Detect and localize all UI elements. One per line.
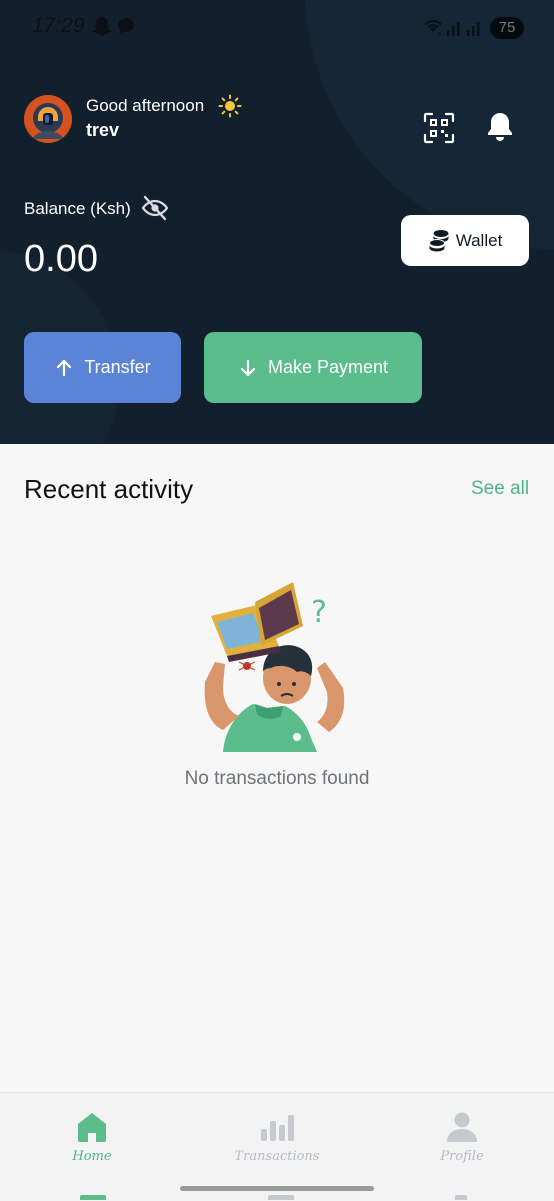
empty-wallet-illustration: ? (197, 580, 357, 755)
nav-transactions[interactable]: Transactions (217, 1111, 337, 1164)
account-header: 17:29 + 75 Good afternoon trev Balance (… (0, 0, 554, 444)
transfer-button[interactable]: Transfer (24, 332, 181, 403)
svg-text:+: + (437, 30, 443, 36)
make-payment-button[interactable]: Make Payment (204, 332, 422, 403)
wallet-label: Wallet (455, 230, 503, 250)
nav-home[interactable]: Home (32, 1111, 152, 1164)
status-bar: 17:29 + 75 (0, 0, 554, 56)
balance-amount: 0.00 (24, 238, 98, 280)
wifi-icon: + (422, 16, 444, 41)
notifications-button[interactable] (485, 110, 515, 144)
wallet-button[interactable]: Wallet (401, 215, 529, 266)
qr-scan-button[interactable] (423, 112, 455, 144)
bottom-navigation: Home Transactions Profile (0, 1092, 554, 1201)
bar-chart-icon (261, 1115, 294, 1141)
astronaut-avatar-icon (24, 95, 72, 143)
home-icon (78, 1113, 106, 1142)
nav-transactions-label: Transactions (234, 1149, 320, 1164)
eye-off-icon (141, 195, 169, 221)
username: trev (86, 120, 120, 140)
person-icon (447, 1112, 477, 1142)
nav-peek-home (80, 1195, 106, 1200)
nav-peek-transactions (268, 1195, 294, 1200)
empty-wallet-person-icon: ? (204, 582, 345, 752)
nav-profile[interactable]: Profile (402, 1111, 522, 1164)
greeting-text: Good afternoon (86, 96, 205, 115)
nav-peek-profile (455, 1195, 467, 1200)
battery-indicator: 75 (490, 17, 524, 39)
snapchat-icon (92, 16, 112, 43)
signal-icon (446, 16, 486, 43)
svg-text:?: ? (311, 595, 327, 630)
recent-activity-title: Recent activity (24, 474, 194, 504)
home-indicator[interactable] (180, 1186, 374, 1191)
bell-icon (488, 113, 512, 141)
qr-code-icon (423, 112, 455, 144)
status-time: 17:29 (32, 14, 85, 37)
see-all-link[interactable]: See all (471, 478, 529, 500)
balance-label: Balance (Ksh) (24, 199, 131, 218)
sun-icon (218, 94, 242, 123)
nav-profile-label: Profile (440, 1149, 484, 1164)
empty-state-text: No transactions found (184, 768, 370, 789)
arrow-down-icon (240, 359, 256, 376)
transfer-label: Transfer (84, 357, 151, 377)
arrow-up-icon (57, 359, 72, 376)
avatar[interactable] (24, 95, 72, 143)
chat-bubble-icon (116, 16, 136, 41)
coins-icon (428, 229, 449, 251)
hide-balance-toggle[interactable] (141, 195, 169, 226)
make-payment-label: Make Payment (267, 357, 389, 377)
nav-home-label: Home (72, 1149, 112, 1164)
